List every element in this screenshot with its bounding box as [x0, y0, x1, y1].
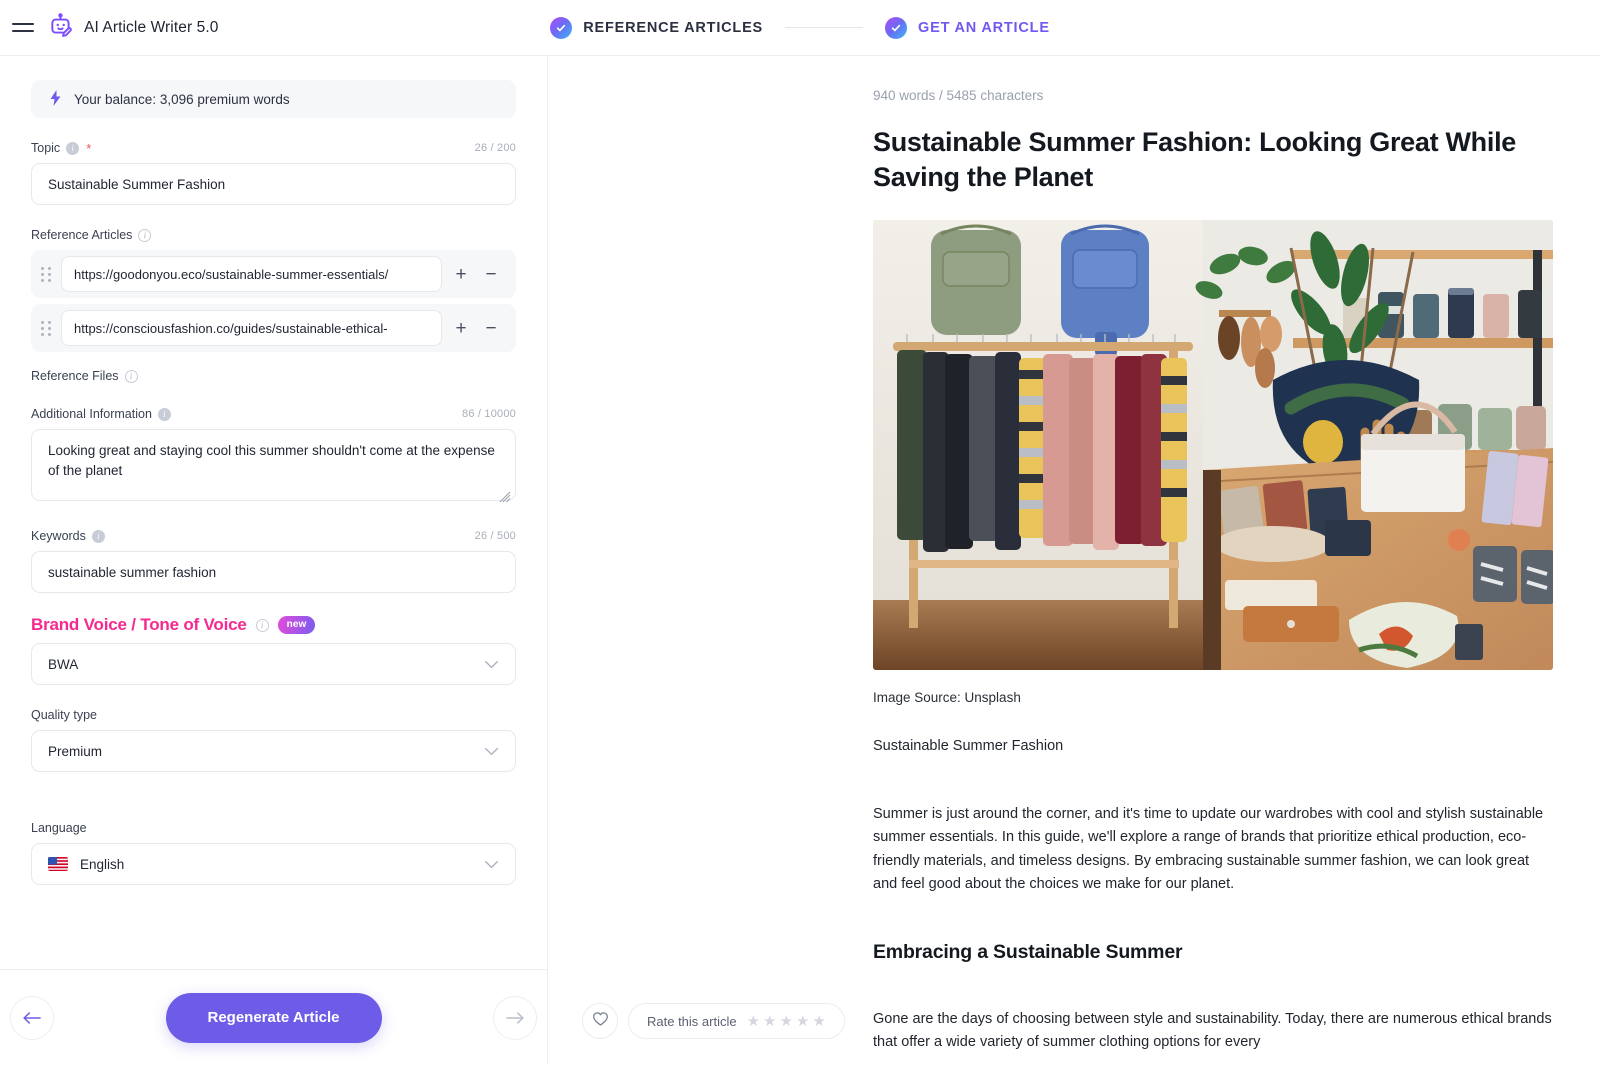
brand-voice-field: Brand Voice / Tone of Voice i new BWA: [31, 615, 516, 685]
new-badge: new: [277, 616, 316, 634]
heart-icon: [592, 1011, 609, 1032]
star-rating[interactable]: ★ ★ ★ ★ ★: [747, 1014, 826, 1029]
info-icon[interactable]: i: [255, 618, 269, 632]
add-reference-button[interactable]: +: [450, 263, 472, 285]
us-flag-icon: [48, 857, 68, 871]
keywords-field: Keywords i 26 / 500: [31, 528, 516, 593]
reference-files-label: Reference Files: [31, 369, 119, 383]
reference-files-field: Reference Files i: [31, 368, 516, 384]
keywords-counter: 26 / 500: [474, 530, 516, 542]
balance-banner: Your balance: 3,096 premium words: [31, 80, 516, 118]
add-reference-button[interactable]: +: [450, 317, 472, 339]
quality-type-field: Quality type Premium: [31, 707, 516, 772]
reference-articles-field: Reference Articles i + −: [31, 227, 516, 352]
reference-article-input[interactable]: [61, 310, 442, 346]
brand-voice-select[interactable]: BWA: [31, 643, 516, 685]
reference-articles-label: Reference Articles: [31, 228, 133, 242]
drag-handle-icon[interactable]: [39, 266, 53, 282]
topic-input[interactable]: [31, 163, 516, 205]
step-tabs: REFERENCE ARTICLES GET AN ARTICLE: [0, 16, 1600, 39]
star-3[interactable]: ★: [780, 1014, 793, 1029]
app-title: AI Article Writer 5.0: [84, 18, 219, 36]
article-title: Sustainable Summer Fashion: Looking Grea…: [873, 127, 1516, 192]
reference-article-row: + −: [31, 304, 516, 352]
top-bar: AI Article Writer 5.0 REFERENCE ARTICLES…: [0, 0, 1600, 56]
article-panel: 940 words / 5485 characters Sustainable …: [548, 56, 1600, 1065]
tab-label: GET AN ARTICLE: [918, 19, 1050, 36]
drag-handle-icon[interactable]: [39, 320, 53, 336]
brand-voice-label: Brand Voice / Tone of Voice: [31, 615, 247, 634]
chevron-down-icon: [484, 860, 499, 869]
step-connector: [785, 26, 864, 29]
chevron-down-icon: [484, 747, 499, 756]
additional-information-field: Additional Information i 86 / 10000: [31, 406, 516, 506]
info-icon[interactable]: i: [124, 369, 138, 383]
balance-text: Your balance: 3,096 premium words: [74, 91, 290, 107]
remove-reference-button[interactable]: −: [480, 263, 502, 285]
quality-type-value: Premium: [48, 743, 103, 759]
image-source-caption: Image Source: Unsplash: [873, 690, 1021, 706]
info-icon[interactable]: i: [66, 141, 80, 155]
rate-label: Rate this article: [647, 1013, 737, 1029]
article-paragraph-2: Gone are the days of choosing between st…: [873, 1010, 1552, 1050]
topic-label: Topic: [31, 141, 61, 155]
quality-type-select[interactable]: Premium: [31, 730, 516, 772]
language-select[interactable]: English: [31, 843, 516, 885]
settings-scroll-area[interactable]: Your balance: 3,096 premium words Topic …: [0, 56, 547, 969]
settings-panel: Your balance: 3,096 premium words Topic …: [0, 56, 548, 1065]
rating-dock: Rate this article ★ ★ ★ ★ ★: [582, 1003, 845, 1039]
brand: AI Article Writer 5.0: [48, 12, 218, 43]
favorite-button[interactable]: [582, 1003, 618, 1039]
language-field: Language English: [31, 820, 516, 885]
tab-reference-articles[interactable]: REFERENCE ARTICLES: [550, 16, 764, 39]
topic-counter: 26 / 200: [474, 142, 516, 154]
info-icon[interactable]: i: [157, 407, 171, 421]
chevron-down-icon: [484, 660, 499, 669]
check-icon: [550, 16, 573, 39]
info-icon[interactable]: i: [91, 529, 105, 543]
forward-button[interactable]: [493, 995, 537, 1040]
required-asterisk: *: [86, 140, 92, 156]
language-label: Language: [31, 821, 87, 835]
star-4[interactable]: ★: [796, 1014, 809, 1029]
star-5[interactable]: ★: [812, 1014, 825, 1029]
remove-reference-button[interactable]: −: [480, 317, 502, 339]
keywords-input[interactable]: [31, 551, 516, 593]
brand-voice-value: BWA: [48, 656, 79, 672]
additional-information-counter: 86 / 10000: [462, 408, 516, 420]
hamburger-icon[interactable]: [12, 20, 34, 36]
star-1[interactable]: ★: [747, 1014, 760, 1029]
article-heading-2: Embracing a Sustainable Summer: [873, 940, 1183, 963]
tab-get-an-article[interactable]: GET AN ARTICLE: [885, 16, 1050, 39]
reference-article-input[interactable]: [61, 256, 442, 292]
word-count: 940 words / 5485 characters: [873, 88, 1044, 103]
topic-field: Topic i * 26 / 200: [31, 140, 516, 205]
back-button[interactable]: [10, 995, 54, 1040]
tab-label: REFERENCE ARTICLES: [583, 19, 764, 36]
article-intro-paragraph: Summer is just around the corner, and it…: [873, 805, 1544, 893]
additional-information-textarea[interactable]: [31, 429, 516, 501]
lightning-bolt-icon: [49, 89, 62, 109]
info-icon[interactable]: i: [138, 228, 152, 242]
language-value: English: [80, 856, 125, 872]
store-photo: [873, 220, 1553, 671]
additional-information-label: Additional Information: [31, 407, 152, 421]
star-2[interactable]: ★: [763, 1014, 776, 1029]
article-subtitle: Sustainable Summer Fashion: [873, 738, 1064, 755]
reference-article-row: + −: [31, 250, 516, 298]
article-hero-image: [873, 220, 1553, 671]
article-content: 940 words / 5485 characters Sustainable …: [873, 56, 1553, 1054]
regenerate-article-button[interactable]: Regenerate Article: [165, 992, 382, 1043]
panel-footer: Regenerate Article: [0, 969, 547, 1065]
rate-article-control[interactable]: Rate this article ★ ★ ★ ★ ★: [628, 1003, 845, 1039]
quality-type-label: Quality type: [31, 708, 98, 722]
robot-pencil-icon: [48, 12, 74, 43]
keywords-label: Keywords: [31, 529, 86, 543]
check-icon: [885, 16, 908, 39]
